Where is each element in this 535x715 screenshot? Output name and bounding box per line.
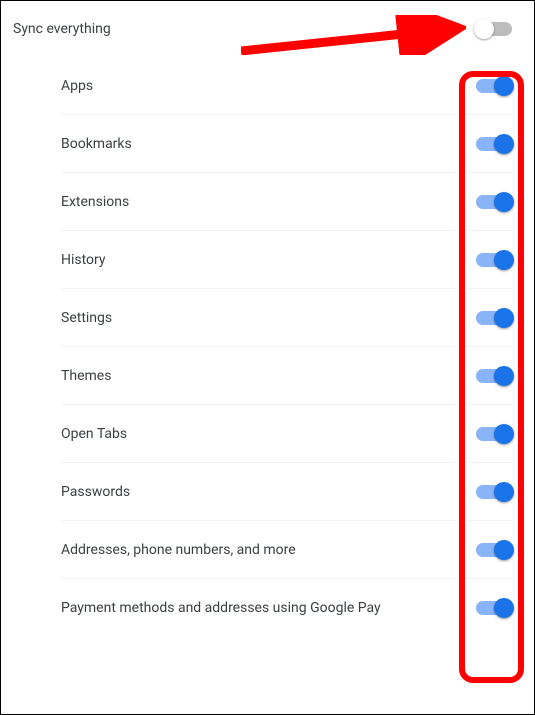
sync-item-label: Open Tabs	[61, 426, 139, 442]
toggle-thumb	[494, 482, 514, 502]
sync-item-label: Extensions	[61, 194, 141, 210]
sync-item-label: Apps	[61, 78, 105, 94]
toggle-thumb	[494, 308, 514, 328]
sync-item-toggle[interactable]	[476, 250, 512, 270]
toggle-thumb	[494, 134, 514, 154]
toggle-thumb	[494, 424, 514, 444]
sync-item-toggle[interactable]	[476, 308, 512, 328]
sync-item-toggle[interactable]	[476, 134, 512, 154]
sync-item-toggle[interactable]	[476, 598, 512, 618]
sync-item-label: Addresses, phone numbers, and more	[61, 542, 308, 558]
toggle-thumb	[494, 76, 514, 96]
sync-item-row: Apps	[61, 57, 512, 115]
sync-item-toggle[interactable]	[476, 192, 512, 212]
sync-item-label: Settings	[61, 310, 124, 326]
sync-item-row: Passwords	[61, 463, 512, 521]
sync-item-label: Passwords	[61, 484, 142, 500]
sync-everything-row: Sync everything	[1, 1, 534, 57]
sync-item-row: Settings	[61, 289, 512, 347]
sync-item-label: Bookmarks	[61, 136, 144, 152]
toggle-thumb	[494, 192, 514, 212]
sync-item-label: Themes	[61, 368, 123, 384]
sync-item-row: Payment methods and addresses using Goog…	[61, 579, 512, 637]
sync-item-label: History	[61, 252, 118, 268]
sync-item-row: Addresses, phone numbers, and more	[61, 521, 512, 579]
toggle-thumb	[494, 598, 514, 618]
sync-item-toggle[interactable]	[476, 424, 512, 444]
toggle-thumb	[474, 19, 494, 39]
sync-everything-toggle[interactable]	[476, 19, 512, 39]
sync-item-toggle[interactable]	[476, 540, 512, 560]
sync-item-row: Extensions	[61, 173, 512, 231]
toggle-thumb	[494, 250, 514, 270]
sync-item-row: Bookmarks	[61, 115, 512, 173]
sync-item-toggle[interactable]	[476, 482, 512, 502]
sync-item-row: Themes	[61, 347, 512, 405]
toggle-thumb	[494, 366, 514, 386]
sync-item-toggle[interactable]	[476, 366, 512, 386]
sync-item-row: History	[61, 231, 512, 289]
sync-item-row: Open Tabs	[61, 405, 512, 463]
sync-item-label: Payment methods and addresses using Goog…	[61, 600, 393, 616]
toggle-thumb	[494, 540, 514, 560]
sync-items-list: Apps Bookmarks Extensions History Settin…	[1, 57, 534, 637]
sync-everything-label: Sync everything	[13, 21, 111, 37]
sync-item-toggle[interactable]	[476, 76, 512, 96]
